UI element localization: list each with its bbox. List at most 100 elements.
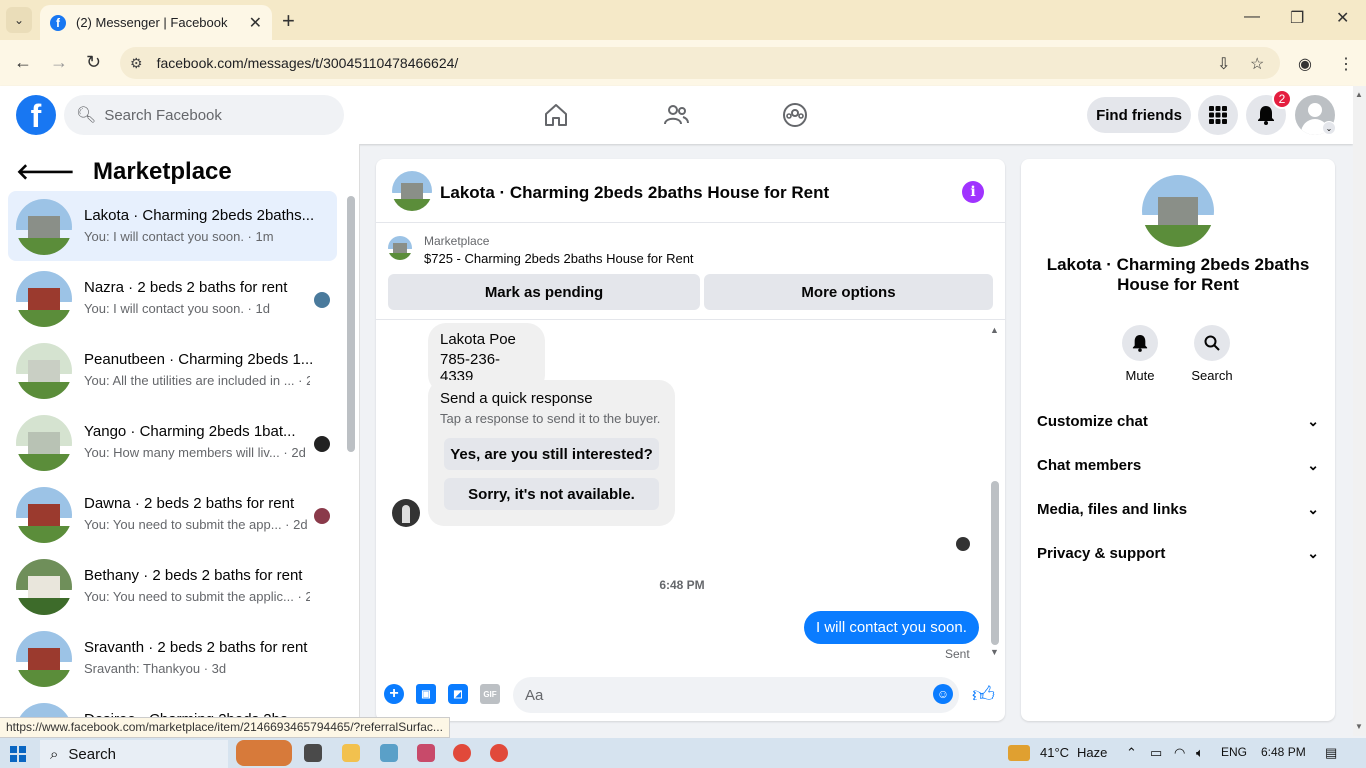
facebook-logo-icon[interactable]: f <box>16 95 56 135</box>
install-app-icon[interactable]: ⇩ <box>1217 54 1230 74</box>
find-friends-button[interactable]: Find friends <box>1087 97 1191 133</box>
chevron-down-icon: ⌄ <box>1307 456 1319 473</box>
conversation-item[interactable]: Lakota · Charming 2beds 2baths... You: I… <box>8 191 337 261</box>
add-attachment-icon[interactable]: + <box>384 684 404 704</box>
menu-grid-icon[interactable] <box>1198 95 1238 135</box>
conversation-snippet: You: I will contact you soon. · 1d <box>84 301 270 316</box>
sticker-icon[interactable]: ◩ <box>448 684 468 704</box>
paint-icon[interactable] <box>417 744 435 762</box>
thumbs-up-icon[interactable]: 👍︎ <box>972 681 995 708</box>
close-tab-icon[interactable]: ✕ <box>249 13 262 33</box>
volume-icon[interactable]: 🔈︎ <box>1196 745 1204 761</box>
home-icon[interactable] <box>543 102 569 128</box>
facebook-search-input[interactable]: 🔍︎ Search Facebook <box>64 95 344 135</box>
conversation-title: Dawna · 2 beds 2 baths for rent <box>84 495 295 512</box>
scroll-down-arrow-icon[interactable]: ▼ <box>990 647 999 657</box>
weather-icon[interactable] <box>1008 745 1030 761</box>
message-timestamp: 6:48 PM <box>659 578 705 592</box>
customize-chat-section[interactable]: Customize chat ⌄ <box>1037 403 1319 439</box>
browser-menu-icon[interactable]: ⋮ <box>1338 54 1354 74</box>
conversation-item[interactable]: Nazra · 2 beds 2 baths for rent You: I w… <box>8 263 337 333</box>
taskbar-search[interactable]: ⌕ Search <box>40 740 228 768</box>
widgets-icon[interactable] <box>236 740 292 766</box>
file-explorer-icon[interactable] <box>342 744 360 762</box>
scroll-down-arrow-icon[interactable]: ▼ <box>1355 722 1363 731</box>
privacy-support-section[interactable]: Privacy & support ⌄ <box>1037 535 1319 571</box>
mute-button[interactable]: Mute <box>1110 325 1170 383</box>
scroll-up-arrow-icon[interactable]: ▲ <box>990 325 999 335</box>
scroll-up-arrow-icon[interactable]: ▲ <box>1355 90 1363 99</box>
chrome-icon[interactable] <box>490 744 508 762</box>
conversation-snippet: You: All the utilities are included in .… <box>84 373 310 388</box>
groups-icon[interactable] <box>782 102 808 128</box>
listing-thumbnail <box>16 343 72 399</box>
language-indicator[interactable]: ENG <box>1221 745 1247 759</box>
sender-avatar[interactable] <box>392 499 420 527</box>
gif-icon[interactable]: GIF <box>480 684 500 704</box>
new-tab-button[interactable]: + <box>282 8 295 34</box>
conversation-item[interactable]: Dawna · 2 beds 2 baths for rent You: You… <box>8 479 337 549</box>
weather-condition[interactable]: Haze <box>1077 745 1107 760</box>
battery-icon[interactable]: ▭ <box>1150 745 1162 761</box>
conversation-title: Yango · Charming 2beds 1bat... <box>84 423 296 440</box>
back-arrow-icon[interactable]: 🡐 <box>16 159 75 185</box>
maximize-button[interactable]: ❐ <box>1290 8 1304 28</box>
reload-icon[interactable]: ↻ <box>86 52 101 73</box>
conversation-item[interactable]: Peanutbeen · Charming 2beds 1... You: Al… <box>8 335 337 405</box>
conversation-list-scrollbar[interactable] <box>347 196 355 452</box>
bookmark-star-icon[interactable]: ☆ <box>1250 54 1264 74</box>
message-input[interactable]: Aa <box>513 677 959 713</box>
media-files-links-section[interactable]: Media, files and links ⌄ <box>1037 491 1319 527</box>
url-text: facebook.com/messages/t/3004511047846662… <box>156 55 459 71</box>
browser-toolbar: ← → ↻ ⚙ facebook.com/messages/t/30045110… <box>0 40 1366 86</box>
quick-reply-still-interested-button[interactable]: Yes, are you still interested? <box>444 438 659 470</box>
chat-title[interactable]: Lakota · Charming 2beds 2baths House for… <box>440 183 829 203</box>
details-title: Lakota · Charming 2beds 2baths House for… <box>1046 255 1310 294</box>
tab-title: (2) Messenger | Facebook <box>76 15 228 30</box>
temperature[interactable]: 41°C <box>1040 745 1069 760</box>
browser-tab[interactable]: f (2) Messenger | Facebook ✕ <box>40 5 272 40</box>
wifi-icon[interactable]: ◠ <box>1174 745 1185 761</box>
site-settings-icon[interactable]: ⚙ <box>130 55 143 72</box>
message-placeholder: Aa <box>525 686 544 704</box>
listing-thumbnail[interactable] <box>392 171 432 211</box>
windows-start-icon[interactable] <box>10 746 26 762</box>
clock[interactable]: 6:48 PM <box>1261 745 1306 759</box>
conversation-item[interactable]: Bethany · 2 beds 2 baths for rent You: Y… <box>8 551 337 621</box>
message-composer: + ▣ ◩ GIF Aa ☺ 👍︎ <box>376 673 1005 721</box>
address-bar[interactable]: ⚙ facebook.com/messages/t/30045110478466… <box>120 47 1280 79</box>
notepad-icon[interactable] <box>380 744 398 762</box>
facebook-favicon-icon: f <box>50 14 66 31</box>
tab-search-menu-button[interactable]: ⌄ <box>6 7 32 33</box>
search-in-conversation-button[interactable]: Search <box>1182 325 1242 383</box>
info-icon[interactable]: i <box>962 181 984 203</box>
photo-icon[interactable]: ▣ <box>416 684 436 704</box>
chat-panel: Lakota · Charming 2beds 2baths House for… <box>376 159 1005 721</box>
listing-thumbnail <box>16 271 72 327</box>
chrome-icon[interactable] <box>453 744 471 762</box>
chat-scrollbar[interactable] <box>991 481 999 645</box>
mark-as-pending-button[interactable]: Mark as pending <box>388 274 700 310</box>
close-window-button[interactable]: ✕ <box>1336 8 1349 28</box>
chat-members-section[interactable]: Chat members ⌄ <box>1037 447 1319 483</box>
back-arrow-icon[interactable]: ← <box>14 52 32 73</box>
emoji-icon[interactable]: ☺ <box>933 684 953 704</box>
quick-reply-not-available-button[interactable]: Sorry, it's not available. <box>444 478 659 510</box>
listing-thumbnail[interactable] <box>1142 175 1214 247</box>
profile-icon[interactable]: ◉ <box>1298 54 1312 74</box>
minimize-button[interactable]: — <box>1244 8 1260 26</box>
sent-message-bubble[interactable]: I will contact you soon. <box>804 611 979 644</box>
conversation-item[interactable]: Sravanth · 2 beds 2 baths for rent Srava… <box>8 623 337 693</box>
forward-arrow-icon[interactable]: → <box>50 52 68 73</box>
chevron-down-icon[interactable]: ⌄ <box>1322 121 1336 135</box>
task-view-icon[interactable] <box>304 744 322 762</box>
page-scrollbar[interactable] <box>1353 86 1366 736</box>
conversation-item[interactable]: Yango · Charming 2beds 1bat... You: How … <box>8 407 337 477</box>
friends-icon[interactable] <box>663 102 689 128</box>
conversation-snippet: You: You need to submit the applic... · … <box>84 589 310 604</box>
more-options-button[interactable]: More options <box>704 274 993 310</box>
chevron-down-icon: ⌄ <box>1307 412 1319 429</box>
listing-price-title[interactable]: $725 - Charming 2beds 2baths House for R… <box>424 251 694 266</box>
chevron-up-icon[interactable]: ⌃ <box>1126 745 1137 761</box>
notification-center-icon[interactable]: ▤ <box>1325 745 1337 761</box>
